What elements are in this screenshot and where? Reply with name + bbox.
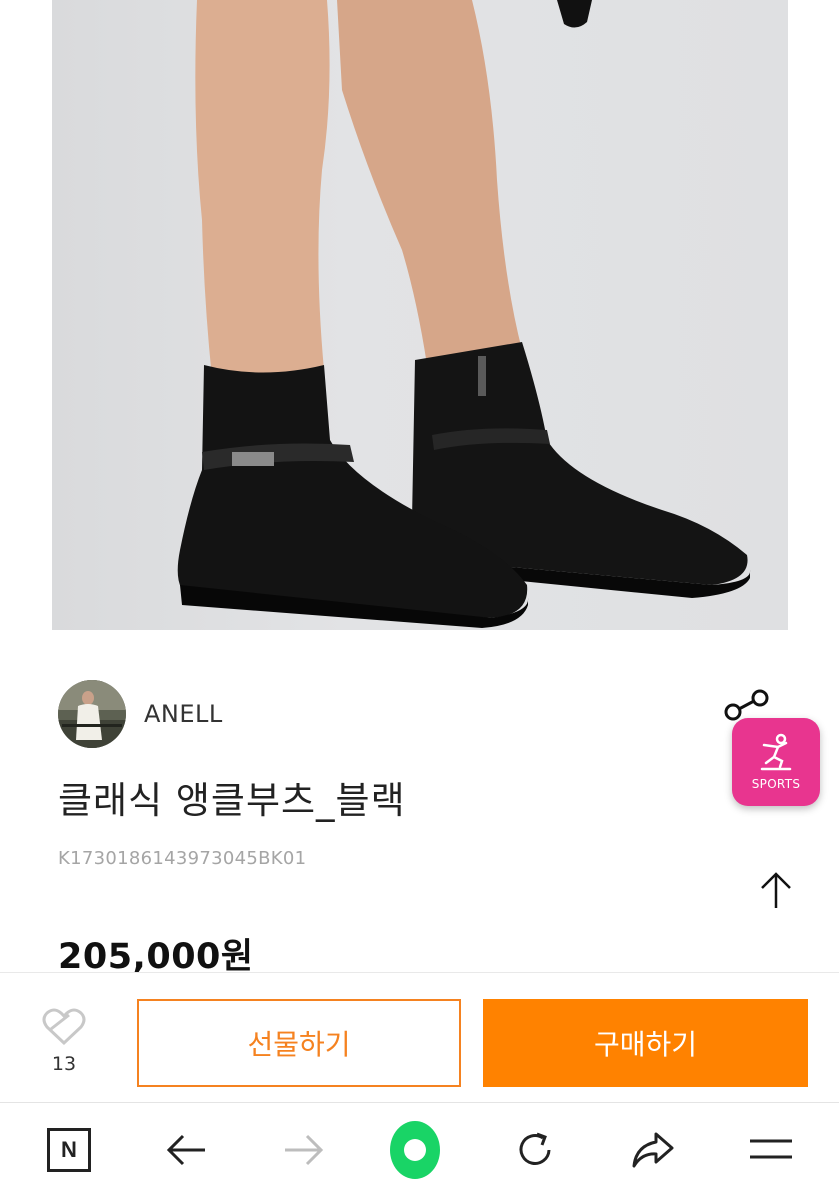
product-sku: K1730186143973045BK01: [58, 848, 307, 869]
naver-n-label: N: [47, 1128, 91, 1172]
browser-toolbar: N: [0, 1102, 839, 1200]
like-count: 13: [51, 1053, 77, 1075]
refresh-icon[interactable]: [510, 1125, 560, 1175]
back-arrow-icon[interactable]: [162, 1125, 212, 1175]
product-title: 클래식 앵클부츠_블랙: [58, 779, 406, 822]
green-circle-icon[interactable]: [390, 1121, 440, 1179]
menu-icon[interactable]: [746, 1125, 796, 1175]
forward-arrow-icon[interactable]: [278, 1125, 328, 1175]
scroll-top-icon[interactable]: [756, 868, 796, 912]
seller-name[interactable]: ANELL: [144, 700, 223, 728]
purchase-bar: 13 선물하기 구매하기: [0, 972, 839, 1102]
gift-button[interactable]: 선물하기: [137, 999, 461, 1087]
like-button[interactable]: 13: [36, 1007, 92, 1075]
heart-icon: [42, 1008, 86, 1046]
seller-avatar[interactable]: [58, 680, 126, 748]
sports-badge[interactable]: SPORTS: [732, 718, 820, 806]
seller-row[interactable]: ANELL: [58, 680, 223, 748]
product-image[interactable]: [52, 0, 788, 630]
buy-button[interactable]: 구매하기: [483, 999, 808, 1087]
sports-badge-label: SPORTS: [751, 777, 801, 791]
naver-n-icon[interactable]: N: [44, 1125, 94, 1175]
skater-icon: [760, 733, 792, 771]
share-arrow-icon[interactable]: [628, 1125, 678, 1175]
